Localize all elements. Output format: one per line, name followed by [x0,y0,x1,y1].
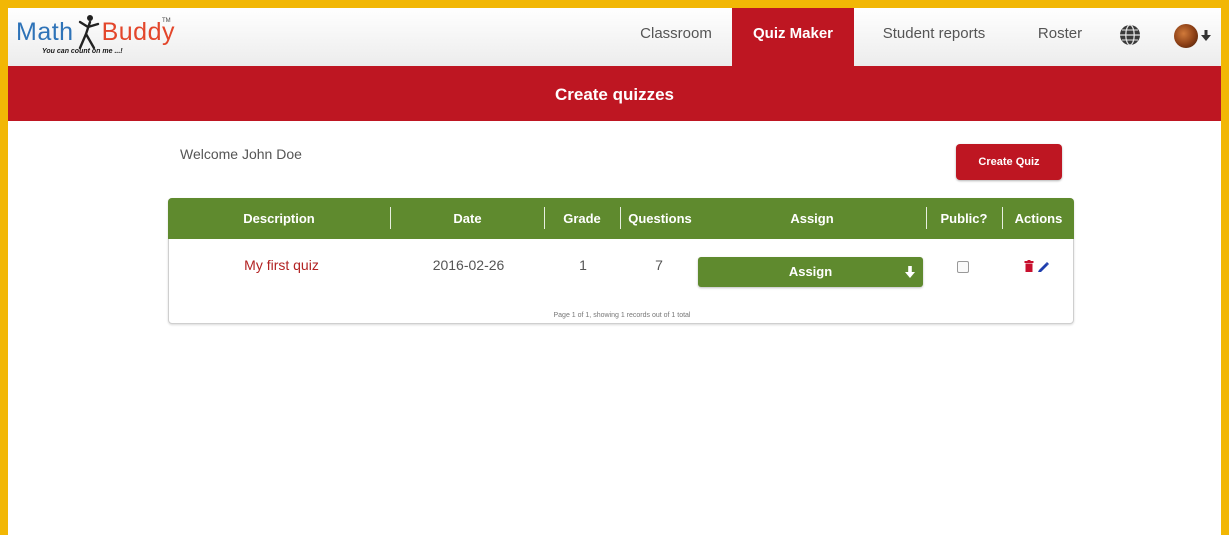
table-header: Description Date Grade Questions Assign … [168,198,1074,239]
column-header-assign[interactable]: Assign [699,198,925,239]
quiz-table: Description Date Grade Questions Assign … [168,198,1074,324]
nav-quiz-maker[interactable]: Quiz Maker [732,8,854,66]
mathbuddy-logo[interactable]: Math Buddy TM You can count on me ...! [16,14,176,60]
column-header-questions[interactable]: Questions [621,198,699,239]
create-quiz-button[interactable]: Create Quiz [956,144,1062,180]
top-navbar: Math Buddy TM You can count on me ...! Cl… [8,8,1221,67]
column-header-description[interactable]: Description [168,198,390,239]
logo-trademark: TM [162,18,171,24]
public-checkbox[interactable] [957,261,969,273]
nav-student-reports[interactable]: Student reports [864,8,1004,66]
column-header-grade[interactable]: Grade [545,198,619,239]
column-header-public[interactable]: Public? [927,198,1001,239]
quiz-grade: 1 [579,257,587,273]
quiz-questions-count: 7 [655,257,663,273]
nav-roster[interactable]: Roster [1020,8,1100,66]
assign-dropdown-label: Assign [788,264,833,279]
column-header-date[interactable]: Date [391,198,544,239]
assign-dropdown[interactable]: Assign [698,257,923,287]
quiz-date: 2016-02-26 [432,257,505,273]
trash-icon[interactable] [1024,260,1034,272]
user-avatar [1174,24,1198,48]
column-header-actions[interactable]: Actions [1003,198,1074,239]
pencil-icon[interactable] [1037,260,1049,272]
arrow-down-icon [905,266,915,278]
welcome-message: Welcome John Doe [180,146,302,162]
caret-down-icon [1201,30,1211,41]
logo-figure-icon [78,15,100,50]
user-menu[interactable] [1174,24,1218,50]
nav-classroom[interactable]: Classroom [626,8,726,66]
logo-tagline: You can count on me ...! [42,48,123,55]
globe-icon[interactable] [1119,24,1141,46]
page-title-banner: Create quizzes [8,66,1221,121]
quiz-description-link[interactable]: My first quiz [209,257,354,273]
pagination-info: Page 1 of 1, showing 1 records out of 1 … [553,312,691,319]
